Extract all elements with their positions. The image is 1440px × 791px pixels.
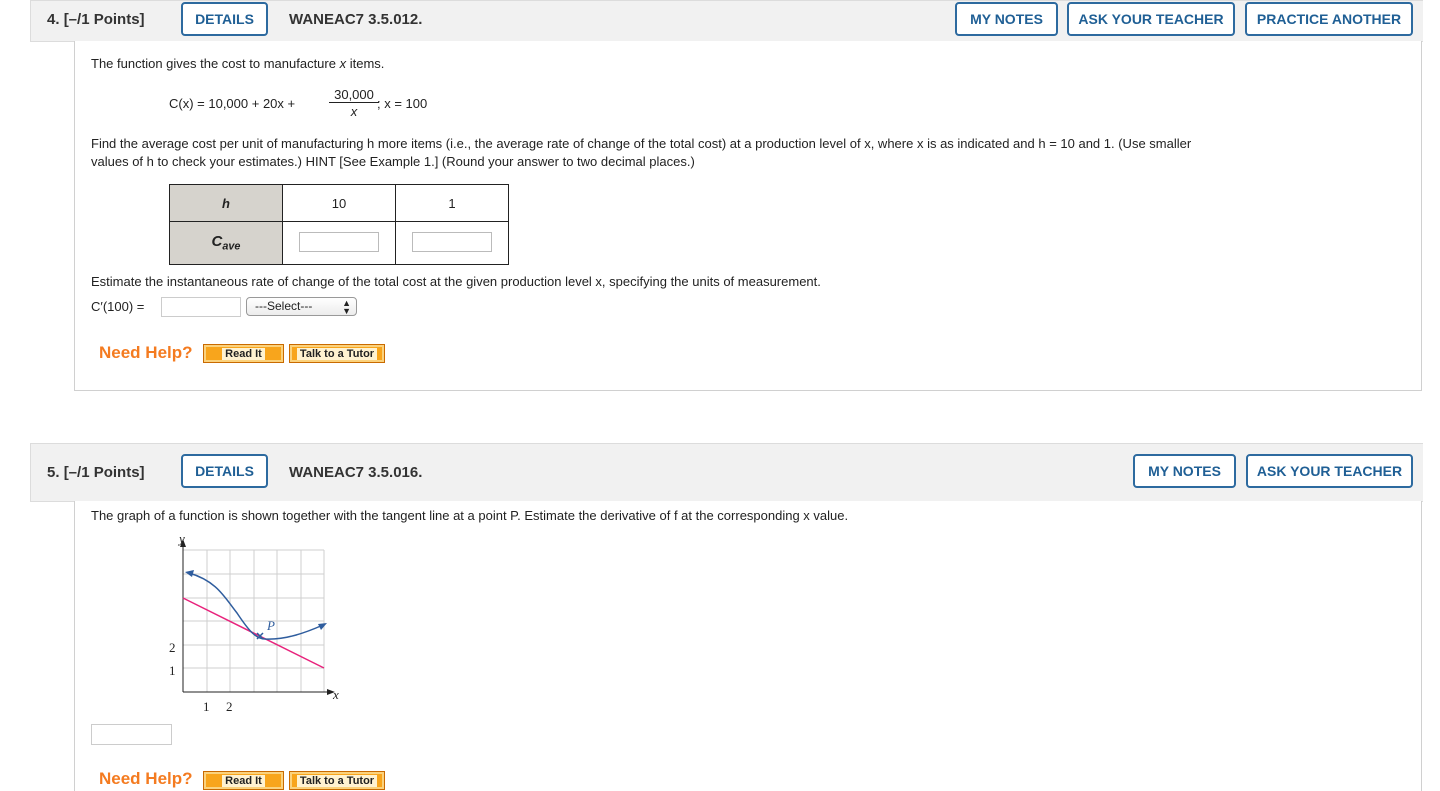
question-4-body: The function gives the cost to manufactu… <box>74 41 1422 391</box>
y-axis-label: y <box>177 533 185 546</box>
y-tick-label: 2 <box>169 640 176 655</box>
question-number: 5. [–/1 Points] <box>47 464 145 481</box>
cave-header: Cave <box>169 221 283 265</box>
question-id: WANEAC7 3.5.016. <box>289 464 423 481</box>
point-p-label: P <box>266 618 275 633</box>
h-value-cell: 1 <box>395 184 509 222</box>
my-notes-button[interactable]: MY NOTES <box>1133 454 1236 488</box>
read-it-button[interactable]: Read It <box>203 771 284 790</box>
x-tick-label: 1 <box>203 699 210 714</box>
question-4-header: 4. [–/1 Points] DETAILS WANEAC7 3.5.012.… <box>30 0 1423 42</box>
derivative-label: C′(100) = <box>91 299 145 314</box>
problem-prompt: The graph of a function is shown togethe… <box>91 508 849 523</box>
y-tick-label: 1 <box>169 663 176 678</box>
need-help-label: Need Help? <box>99 769 193 788</box>
select-arrows-icon: ▲ ▼ <box>342 298 351 316</box>
derivative-input[interactable] <box>161 297 241 317</box>
function-curve <box>188 572 324 640</box>
function-graph: y x 2 1 1 2 P <box>169 533 339 714</box>
cave-h1-input[interactable] <box>412 231 492 252</box>
problem-intro: The function gives the cost to manufactu… <box>91 56 385 71</box>
estimate-text: Estimate the instantaneous rate of chang… <box>91 274 821 289</box>
h-value-cell: 10 <box>282 184 396 222</box>
instructions: Find the average cost per unit of manufa… <box>91 136 1192 169</box>
cave-answer-cell <box>282 221 396 265</box>
practice-another-button[interactable]: PRACTICE ANOTHER <box>1245 2 1413 36</box>
graph-grid <box>182 549 325 692</box>
question-number: 4. [–/1 Points] <box>47 11 145 28</box>
need-help-label: Need Help? <box>99 343 193 362</box>
average-cost-table: h 10 1 Cave <box>169 184 509 265</box>
ask-your-teacher-button[interactable]: ASK YOUR TEACHER <box>1067 2 1235 36</box>
cave-h10-input[interactable] <box>299 231 379 252</box>
question-5-header: 5. [–/1 Points] DETAILS WANEAC7 3.5.016.… <box>30 443 1423 502</box>
fraction-numerator: 30,000 <box>329 87 379 103</box>
cave-answer-cell <box>395 221 509 265</box>
x-tick-label: 2 <box>226 699 233 714</box>
x-axis-label: x <box>332 687 339 702</box>
question-5-body: The graph of a function is shown togethe… <box>74 501 1422 791</box>
read-it-button[interactable]: Read It <box>203 344 284 363</box>
details-button[interactable]: DETAILS <box>181 2 268 36</box>
fraction-denominator: x <box>350 104 358 119</box>
talk-to-tutor-button[interactable]: Talk to a Tutor <box>289 344 385 363</box>
derivative-answer-input[interactable] <box>91 724 172 745</box>
graph-axes <box>182 543 331 693</box>
details-button[interactable]: DETAILS <box>181 454 268 488</box>
curve-right-arrow-icon <box>318 623 327 630</box>
ask-your-teacher-button[interactable]: ASK YOUR TEACHER <box>1246 454 1413 488</box>
talk-to-tutor-button[interactable]: Talk to a Tutor <box>289 771 385 790</box>
question-id: WANEAC7 3.5.012. <box>289 11 423 28</box>
h-header: h <box>169 184 283 222</box>
my-notes-button[interactable]: MY NOTES <box>955 2 1058 36</box>
units-select[interactable]: ---Select--- ▲ ▼ <box>246 297 357 316</box>
